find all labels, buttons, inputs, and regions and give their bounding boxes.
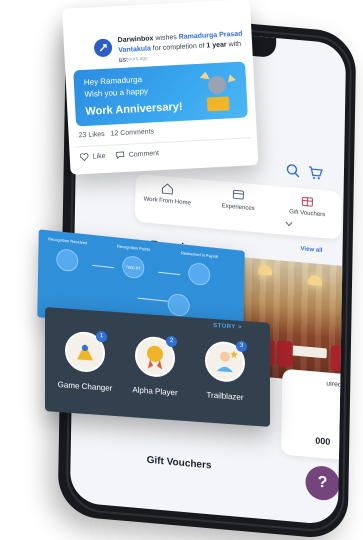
flow-step-label: Recognition Points [107, 242, 161, 253]
service-label: Work From Home [137, 196, 197, 207]
service-label: Gift Vouchers [277, 208, 337, 219]
chair [276, 340, 292, 367]
banner-greeting: Hey Ramadurga [84, 75, 143, 87]
post-stats: 23 Likes 12 Comments [78, 128, 154, 139]
view-all-link[interactable]: View all [301, 246, 323, 254]
post-for-text: for completion of [153, 43, 205, 53]
badge-count: 2 [166, 336, 177, 348]
post-org: Darwinbox [118, 35, 154, 44]
badge-name: Trailblazer [195, 390, 255, 403]
post-duration: 1 year [206, 41, 227, 49]
divider [75, 137, 251, 147]
badge-name: Game Changer [55, 380, 115, 393]
banner-wish: Wish you a happy [84, 87, 148, 99]
badge-trailblazer[interactable]: 3 Trailblazer [195, 340, 255, 403]
star-person-icon: 3 [205, 340, 245, 383]
table [287, 345, 327, 358]
anniversary-post-card: Darwinbox wishes Ramadurga Prasad Vantak… [62, 0, 258, 175]
story-link[interactable]: STORY > [213, 323, 242, 331]
flow-step-payroll: Redeemed in Payroll [172, 247, 227, 288]
post-wishes: wishes [155, 34, 177, 42]
service-experiences[interactable]: Experiences [208, 186, 268, 213]
service-gift-vouchers[interactable]: Gift Vouchers [277, 192, 337, 219]
cart-icon[interactable] [308, 165, 323, 180]
badge-alpha-player[interactable]: 2 Alpha Player [125, 335, 185, 398]
flow-step-received: Recognition Received [40, 233, 95, 274]
chair [330, 345, 346, 372]
badge-name: Alpha Player [125, 385, 185, 398]
home-icon [160, 182, 174, 195]
story-arrow: > [238, 325, 242, 331]
item-tag: uired [326, 380, 342, 388]
chevron-down-icon[interactable] [285, 221, 293, 228]
medal-icon [56, 248, 78, 272]
services-card: Work From Home Experiences Gift Vouchers [135, 174, 342, 240]
likes-count[interactable]: 23 Likes [78, 131, 104, 139]
anniversary-banner: Hey Ramadurga Wish you a happy Work Anni… [73, 61, 248, 126]
like-icon [80, 153, 89, 161]
payroll-icon [188, 262, 210, 286]
gift-icon [300, 194, 314, 207]
trophy-icon: 1 [65, 331, 105, 374]
like-label: Like [93, 152, 106, 160]
badges-panel: STORY > 1 Game Changer 2 Alpha Player [45, 307, 270, 427]
badge-count: 3 [236, 340, 247, 352]
comments-count[interactable]: 12 Comments [110, 128, 154, 137]
marketplace-icon [168, 293, 190, 317]
search-icon[interactable] [286, 163, 300, 178]
flow-step-label: Redeemed in Payroll [173, 249, 227, 260]
comment-button[interactable]: Comment [116, 149, 160, 159]
lamp [308, 275, 322, 286]
badge-count: 1 [96, 331, 107, 343]
banner-headline: Work Anniversary! [85, 101, 183, 118]
points-value: 7000 PT [122, 255, 144, 279]
story-label: STORY [213, 323, 236, 331]
service-work-from-home[interactable]: Work From Home [137, 180, 197, 207]
rosette-icon: 2 [135, 335, 175, 378]
lamp [258, 264, 272, 275]
flow-step-points: Recognition Points 7000 PT [106, 240, 161, 281]
comment-label: Comment [129, 150, 160, 159]
badge-game-changer[interactable]: 1 Game Changer [55, 330, 115, 393]
comment-icon [116, 151, 125, 159]
section-title-gift-vouchers: Gift Vouchers [147, 455, 212, 472]
trophy-icon [191, 66, 244, 119]
flow-step-label: Recognition Received [41, 235, 95, 246]
item-price: 000 [315, 435, 330, 446]
like-button[interactable]: Like [80, 152, 106, 161]
experience-item-card[interactable]: uired 000 [281, 369, 346, 463]
help-button[interactable]: ? [305, 465, 340, 502]
experiences-icon [231, 188, 245, 201]
service-label: Experiences [208, 202, 268, 213]
darwinbox-logo [94, 38, 113, 57]
